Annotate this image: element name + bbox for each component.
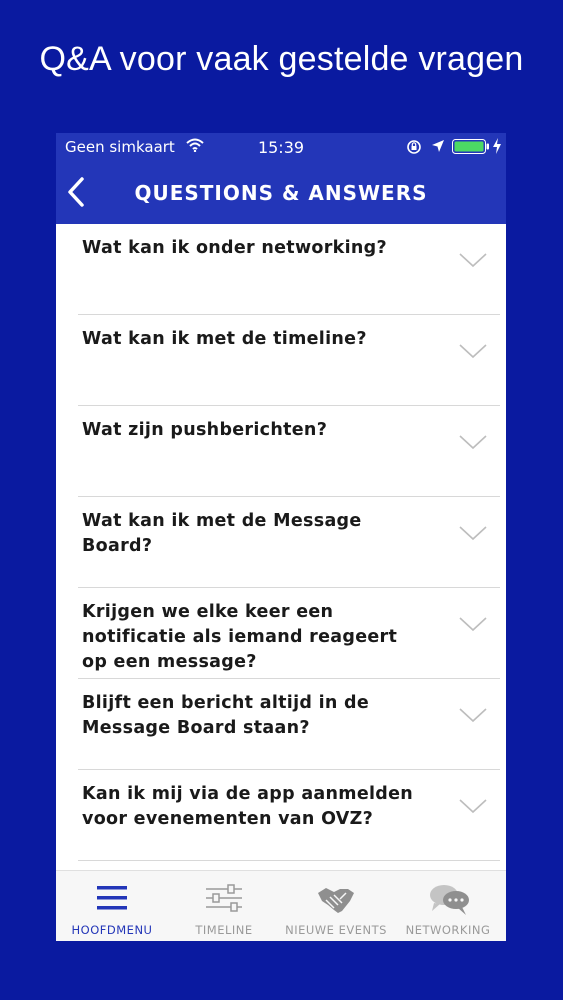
- tab-nieuwe-events[interactable]: NIEUWE EVENTS: [280, 871, 392, 941]
- faq-item[interactable]: Kan ik mij via de app aanmelden voor eve…: [78, 770, 500, 861]
- status-bar: Geen simkaart 15:39: [56, 133, 506, 161]
- faq-item[interactable]: Krijgen we elke keer een notificatie als…: [78, 588, 500, 679]
- tab-label: NETWORKING: [405, 923, 491, 937]
- chevron-down-icon: [458, 707, 488, 727]
- chevron-down-icon: [458, 525, 488, 545]
- nav-bar: QUESTIONS & ANSWERS: [56, 161, 506, 224]
- faq-item[interactable]: Wat kan ik met de timeline?: [78, 315, 500, 406]
- battery-icon: [452, 139, 490, 158]
- faq-question: Wat kan ik met de Message Board?: [82, 511, 362, 556]
- faq-question: Wat kan ik met de timeline?: [82, 329, 367, 349]
- faq-question: Wat zijn pushberichten?: [82, 420, 328, 440]
- faq-item[interactable]: Wat kan ik met de Message Board?: [78, 497, 500, 588]
- faq-item[interactable]: Wat kan ik onder networking?: [78, 224, 500, 315]
- faq-item[interactable]: Blijft een bericht altijd in de Message …: [78, 679, 500, 770]
- faq-list: Wat kan ik onder networking? Wat kan ik …: [56, 224, 506, 861]
- sliders-icon: [204, 883, 244, 917]
- chevron-down-icon: [458, 798, 488, 818]
- tab-bar: HOOFDMENU TIMELINE NIEUWE EVENTS NETWORK…: [56, 870, 506, 941]
- page-title: QUESTIONS & ANSWERS: [134, 181, 428, 205]
- chevron-down-icon: [458, 616, 488, 636]
- promo-title: Q&A voor vaak gestelde vragen: [39, 40, 524, 78]
- chevron-down-icon: [458, 252, 488, 272]
- tab-label: TIMELINE: [195, 923, 253, 937]
- location-arrow-icon: [431, 139, 445, 157]
- chevron-down-icon: [458, 434, 488, 454]
- chevron-down-icon: [458, 343, 488, 363]
- tab-hoofdmenu[interactable]: HOOFDMENU: [56, 871, 168, 941]
- chat-bubbles-icon: [428, 883, 472, 921]
- tab-networking[interactable]: NETWORKING: [392, 871, 504, 941]
- faq-item[interactable]: Wat zijn pushberichten?: [78, 406, 500, 497]
- tab-timeline[interactable]: TIMELINE: [168, 871, 280, 941]
- faq-question: Krijgen we elke keer een notificatie als…: [82, 602, 398, 672]
- app-screen: Geen simkaart 15:39 QUESTIONS & ANSWERS …: [56, 133, 506, 941]
- tab-label: NIEUWE EVENTS: [285, 923, 387, 937]
- charging-bolt-icon: [492, 138, 502, 158]
- rotation-lock-icon: [406, 139, 422, 159]
- faq-question: Wat kan ik onder networking?: [82, 238, 387, 258]
- handshake-icon: [316, 883, 356, 921]
- menu-icon: [92, 883, 132, 917]
- tab-label: HOOFDMENU: [71, 923, 153, 937]
- faq-question: Blijft een bericht altijd in de Message …: [82, 693, 370, 738]
- faq-question: Kan ik mij via de app aanmelden voor eve…: [82, 784, 414, 829]
